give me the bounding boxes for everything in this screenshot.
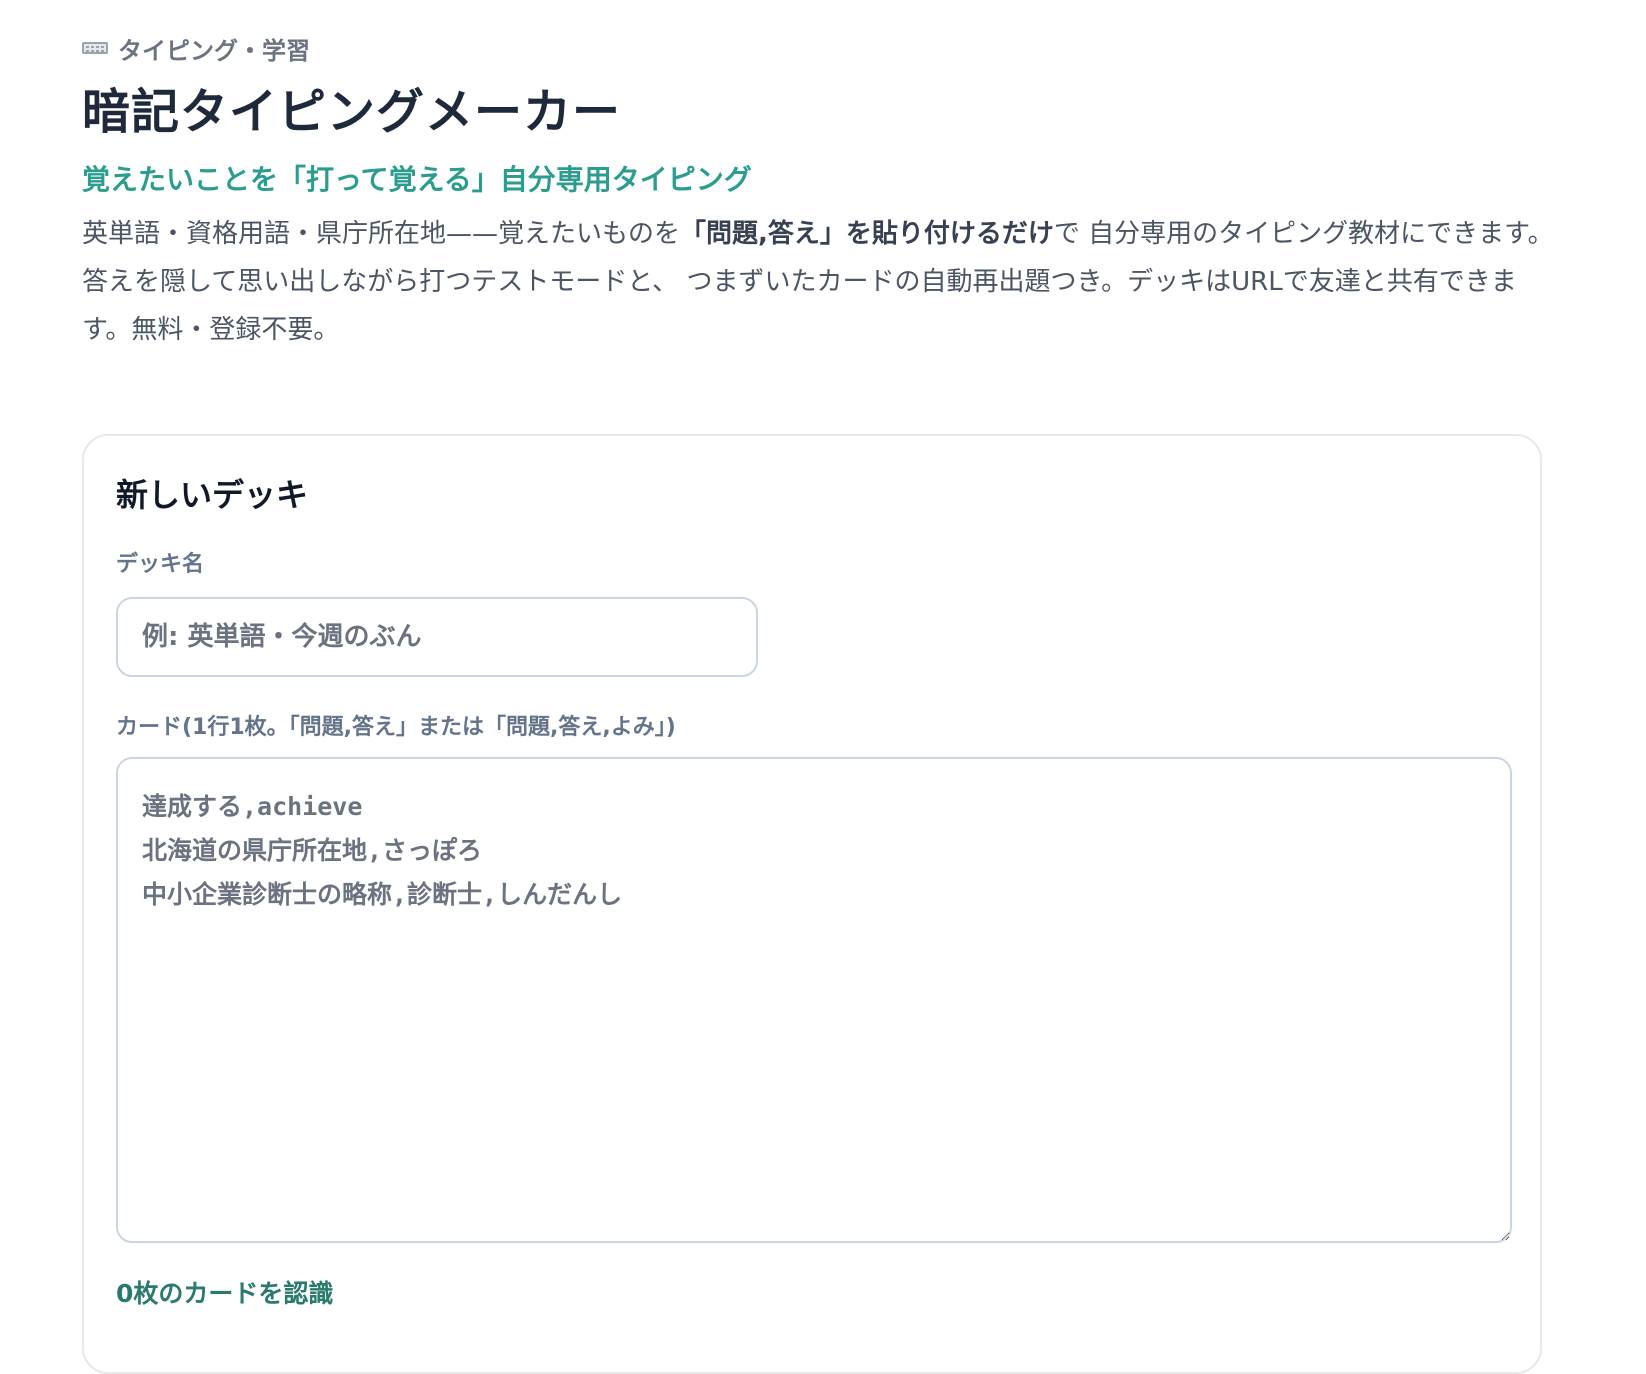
cards-textarea[interactable] bbox=[116, 757, 1512, 1244]
category-line: タイピング・学習 bbox=[82, 32, 1646, 65]
deck-name-label: デッキ名 bbox=[116, 552, 205, 578]
page-title: 暗記タイピングメーカー bbox=[82, 84, 622, 140]
description-emphasis: 「問題,答え」を貼り付けるだけ bbox=[680, 218, 1054, 249]
keyboard-icon bbox=[82, 42, 108, 54]
deck-name-input[interactable] bbox=[116, 596, 758, 677]
page-description: 英単語・資格用語・県庁所在地——覚えたいものを「問題,答え」を貼り付けるだけで … bbox=[82, 210, 1562, 354]
description-text-1: 英単語・資格用語・県庁所在地——覚えたいものを bbox=[82, 218, 681, 249]
new-deck-card: 新しいデッキ デッキ名 カード(1行1枚。「問題,答え」または「問題,答え,よみ… bbox=[82, 434, 1542, 1374]
category-label: タイピング・学習 bbox=[118, 36, 310, 65]
card-count-status: 0枚のカードを認識 bbox=[116, 1279, 334, 1309]
new-deck-title: 新しいデッキ bbox=[116, 476, 309, 514]
page-subtitle: 覚えたいことを「打って覚える」自分専用タイピング bbox=[82, 162, 752, 196]
cards-label: カード(1行1枚。「問題,答え」または「問題,答え,よみ」) bbox=[116, 714, 676, 740]
